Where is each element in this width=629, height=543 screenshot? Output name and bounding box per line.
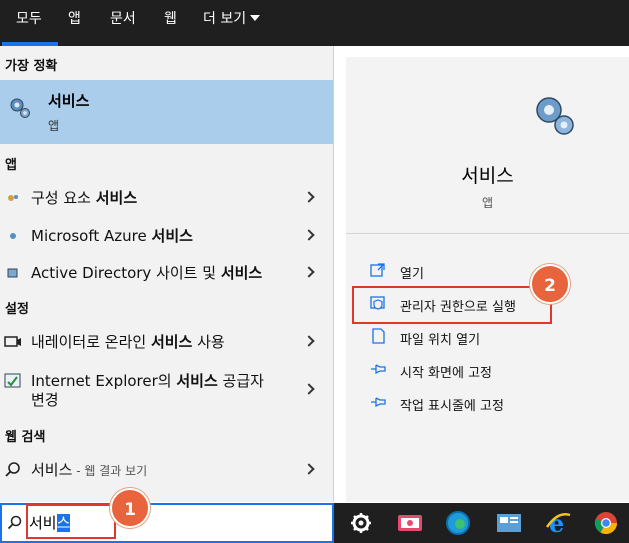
web-query-label: 서비스 xyxy=(31,461,73,479)
item-label: Microsoft Azure xyxy=(31,227,152,245)
item-label-match: 서비스 xyxy=(176,372,218,390)
list-item-narrator-online-services[interactable]: 내레이터로 온라인 서비스 사용 xyxy=(0,330,333,352)
detail-title: 서비스 xyxy=(461,165,514,187)
item-label-line2: 변경 xyxy=(31,391,59,409)
chevron-right-icon[interactable] xyxy=(303,463,315,475)
ie-settings-icon xyxy=(4,373,21,388)
chevron-down-icon xyxy=(250,15,261,21)
apps-header: 앱 xyxy=(5,158,17,173)
pin-icon xyxy=(371,397,386,408)
services-gear-icon xyxy=(10,98,30,118)
action-label: 열기 xyxy=(400,267,424,282)
search-icon xyxy=(7,515,22,530)
chevron-right-icon[interactable] xyxy=(303,335,315,347)
tab-documents-label: 문서 xyxy=(110,11,136,27)
tab-all[interactable]: 모두 xyxy=(2,0,58,46)
best-match-title: 서비스 xyxy=(48,92,90,110)
internet-explorer-icon[interactable]: e xyxy=(543,509,573,537)
item-label-match: 서비스 xyxy=(95,189,138,207)
web-suffix-label: - 웹 결과 보기 xyxy=(72,464,148,478)
item-label-match: 서비스 xyxy=(151,227,193,245)
tab-web[interactable]: 웹 xyxy=(164,0,177,46)
detail-subtitle: 앱 xyxy=(481,196,494,210)
tab-documents[interactable]: 문서 xyxy=(110,0,136,46)
item-label: 내레이터로 온라인 xyxy=(31,333,151,351)
highlight-box-search xyxy=(26,504,116,539)
settings-gear-icon[interactable] xyxy=(346,509,376,537)
item-label-suffix: 공급자 xyxy=(217,372,264,390)
tab-more[interactable]: 더 보기 xyxy=(203,0,261,46)
tab-web-label: 웹 xyxy=(164,11,177,27)
action-pin-to-start[interactable]: 시작 화면에 고정 xyxy=(346,356,629,384)
item-label: 구성 요소 xyxy=(31,189,96,207)
control-panel-icon[interactable] xyxy=(494,509,524,537)
action-label: 작업 표시줄에 고정 xyxy=(400,399,504,414)
tab-apps-label: 앱 xyxy=(68,11,81,27)
file-location-icon xyxy=(372,328,385,344)
action-label: 파일 위치 열기 xyxy=(400,333,481,348)
step-badge-1: 1 xyxy=(110,488,150,528)
item-label-match: 서비스 xyxy=(220,264,263,282)
taskbar: 서비스 e xyxy=(0,503,629,543)
list-item-ad-sites-services[interactable]: Active Directory 사이트 및 서비스 xyxy=(0,261,333,283)
search-filter-tabs: 모두 앱 문서 웹 더 보기 xyxy=(0,0,629,46)
item-label-suffix: 사용 xyxy=(192,333,225,351)
chevron-right-icon[interactable] xyxy=(303,191,315,203)
settings-header: 설정 xyxy=(5,302,29,317)
action-pin-to-taskbar[interactable]: 작업 표시줄에 고정 xyxy=(346,389,629,417)
screen-recorder-icon[interactable] xyxy=(395,509,425,537)
pin-icon xyxy=(371,364,386,375)
chevron-right-icon[interactable] xyxy=(303,383,315,395)
tab-apps[interactable]: 앱 xyxy=(68,0,81,46)
edge-browser-icon[interactable] xyxy=(443,509,473,537)
results-pane: 가장 정확 서비스 앱 앱 구성 요소 서비스 Microsoft Azure … xyxy=(0,46,334,502)
item-label: Internet Explorer의 xyxy=(31,372,177,390)
tab-all-label: 모두 xyxy=(16,11,42,27)
active-directory-icon xyxy=(7,268,18,278)
list-item-azure-services[interactable]: Microsoft Azure 서비스 xyxy=(0,224,333,246)
search-icon xyxy=(5,462,20,477)
chevron-right-icon[interactable] xyxy=(303,266,315,278)
highlight-box-run-as-admin xyxy=(352,286,552,324)
action-label: 시작 화면에 고정 xyxy=(400,366,492,381)
narrator-icon xyxy=(4,336,21,347)
best-match-item[interactable]: 서비스 앱 xyxy=(0,80,333,144)
action-open-file-location[interactable]: 파일 위치 열기 xyxy=(346,323,629,351)
list-item-ie-service-provider[interactable]: Internet Explorer의 서비스 공급자 변경 xyxy=(0,369,333,411)
chevron-right-icon[interactable] xyxy=(303,229,315,241)
tab-more-label: 더 보기 xyxy=(203,11,247,27)
chrome-browser-icon[interactable] xyxy=(591,509,621,537)
services-gear-icon xyxy=(536,97,574,135)
open-icon xyxy=(370,263,385,277)
item-label: Active Directory 사이트 및 xyxy=(31,264,221,282)
detail-pane: 서비스 앱 열기 관리자 권한으로 실행 파일 위치 열기 시작 화면에 고정 … xyxy=(346,57,629,502)
best-match-subtitle: 앱 xyxy=(48,119,60,133)
step-badge-2: 2 xyxy=(530,264,570,304)
divider xyxy=(346,233,629,234)
azure-services-icon xyxy=(10,233,16,239)
item-label-match: 서비스 xyxy=(150,333,193,351)
best-match-header: 가장 정확 xyxy=(5,59,58,74)
action-open[interactable]: 열기 xyxy=(346,257,629,285)
component-services-icon xyxy=(8,195,18,201)
web-search-header: 웹 검색 xyxy=(5,430,46,445)
list-item-component-services[interactable]: 구성 요소 서비스 xyxy=(0,186,333,208)
list-item-web-search[interactable]: 서비스 - 웹 결과 보기 xyxy=(0,458,333,480)
